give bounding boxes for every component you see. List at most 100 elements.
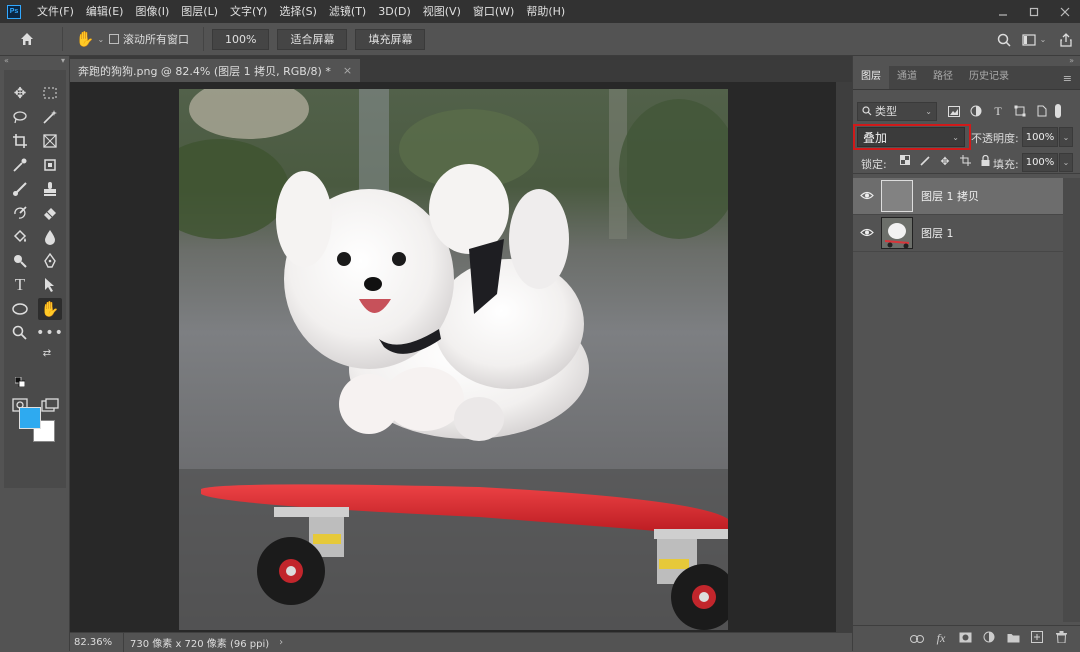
dodge-tool-icon[interactable] [8,250,32,272]
filter-toggle-switch[interactable] [1055,104,1061,118]
hand-tool-preset-icon[interactable]: ✋ ⌄ [71,30,109,48]
blur-tool-icon[interactable] [38,226,62,248]
blend-mode-value: 叠加 [863,130,888,145]
document-image[interactable] [179,89,728,630]
fill-screen-button[interactable]: 填充屏幕 [355,28,426,50]
screen-mode-icon[interactable] [38,394,62,416]
more-tools-icon[interactable]: ••• [36,322,63,344]
filter-type-icon[interactable]: T [987,102,1009,121]
lasso-tool-icon[interactable] [8,106,32,128]
swap-colors-icon[interactable]: ⇄ [40,346,54,360]
status-menu-arrow-icon[interactable]: › [279,637,283,648]
menu-3d[interactable]: 3D(D) [372,0,417,23]
close-icon[interactable] [1049,0,1080,23]
minimize-icon[interactable] [987,0,1018,23]
fill-input[interactable]: 100% [1022,153,1058,172]
filter-pixel-icon[interactable] [943,102,965,121]
maximize-icon[interactable] [1018,0,1049,23]
lock-label: 锁定: [861,158,887,171]
menu-window[interactable]: 窗口(W) [467,0,520,23]
menu-view[interactable]: 视图(V) [417,0,467,23]
dog-skateboard-photo [179,89,728,630]
eraser-tool-icon[interactable] [38,202,62,224]
tab-paths[interactable]: 路径 [925,65,961,89]
menu-edit[interactable]: 编辑(E) [80,0,130,23]
share-icon[interactable] [1052,32,1080,47]
opacity-dropdown-icon[interactable]: ⌄ [1059,127,1073,147]
zoom-tool-icon[interactable] [8,322,32,344]
fx-icon[interactable]: fx [929,631,953,646]
menu-layer[interactable]: 图层(L) [175,0,224,23]
new-group-icon[interactable] [1001,632,1025,646]
toolbar-grip-icon: ▾ [60,56,65,65]
delete-layer-icon[interactable] [1049,631,1073,646]
visibility-eye-icon[interactable] [853,227,881,240]
panel-menu-icon[interactable]: ≡ [1063,72,1072,85]
lock-artboard-icon[interactable] [955,155,975,169]
hand-tool-icon[interactable]: ✋ [38,298,62,320]
crop-tool-icon[interactable] [8,130,32,152]
link-layers-icon[interactable] [905,632,929,646]
zoom-level[interactable]: 82.36% [70,632,124,652]
brush-tool-icon[interactable] [8,178,32,200]
fill-dropdown-icon[interactable]: ⌄ [1059,153,1073,172]
history-brush-icon[interactable] [8,202,32,224]
filter-smart-object-icon[interactable] [1031,102,1053,121]
collapse-toolbar-icon[interactable]: « [4,56,9,66]
separator [62,27,63,51]
menu-file[interactable]: 文件(F) [31,0,80,23]
eyedropper-icon[interactable] [8,154,32,176]
layer-row[interactable]: 图层 1 拷贝 [853,178,1063,215]
frame-tool-icon[interactable] [38,130,62,152]
search-icon[interactable] [992,33,1016,47]
layer-row[interactable]: 图层 1 [853,215,1063,252]
rectangular-marquee-icon[interactable] [38,82,62,104]
default-colors-icon[interactable] [14,376,26,388]
foreground-color-swatch[interactable] [19,407,41,429]
frame-select-icon[interactable] [38,154,62,176]
add-mask-icon[interactable] [953,632,977,646]
paint-bucket-icon[interactable] [8,226,32,248]
menu-help[interactable]: 帮助(H) [520,0,571,23]
menu-select[interactable]: 选择(S) [273,0,323,23]
layer-name[interactable]: 图层 1 拷贝 [921,188,979,204]
adjustment-layer-icon[interactable] [977,631,1001,646]
clone-stamp-icon[interactable] [38,178,62,200]
tab-channels[interactable]: 通道 [889,65,925,89]
new-layer-icon[interactable] [1025,631,1049,646]
layer-name[interactable]: 图层 1 [921,225,954,241]
type-tool-icon[interactable]: T [8,274,32,296]
ellipse-tool-icon[interactable] [8,298,32,320]
move-tool-icon[interactable]: ✥ [8,82,32,104]
menu-type[interactable]: 文字(Y) [224,0,273,23]
lock-position-icon[interactable]: ✥ [935,155,955,169]
workspace-icon[interactable]: ⌄ [1016,33,1052,46]
magic-wand-icon[interactable] [38,106,62,128]
layer-filter-select[interactable]: 类型 ⌄ [857,101,937,121]
close-tab-icon[interactable]: × [343,64,352,77]
tab-layers[interactable]: 图层 [853,65,889,89]
canvas-area[interactable] [70,82,852,632]
filter-shape-icon[interactable] [1009,102,1031,121]
fit-screen-button[interactable]: 适合屏幕 [277,28,348,50]
menu-image[interactable]: 图像(I) [129,0,175,23]
panel-scrollbar[interactable] [1063,178,1080,622]
lock-all-icon[interactable] [975,154,995,169]
path-selection-icon[interactable] [38,274,62,296]
lock-image-pixels-icon[interactable] [915,155,935,169]
zoom-100-button[interactable]: 100% [212,28,270,50]
home-icon[interactable] [0,31,54,47]
lock-transparent-pixels-icon[interactable] [895,155,915,169]
vertical-scrollbar[interactable] [836,82,852,632]
visibility-eye-icon[interactable] [853,190,881,203]
menu-filter[interactable]: 滤镜(T) [323,0,372,23]
opacity-label: 不透明度: [971,132,1019,145]
document-tab[interactable]: 奔跑的狗狗.png @ 82.4% (图层 1 拷贝, RGB/8) * × [70,59,361,82]
layer-list: 图层 1 拷贝 图层 1 [853,178,1063,252]
scroll-all-windows-checkbox[interactable] [109,34,119,44]
tab-history[interactable]: 历史记录 [961,65,1017,89]
pen-tool-icon[interactable] [38,250,62,272]
blend-mode-select[interactable]: 叠加 ⌄ [857,127,965,147]
opacity-input[interactable]: 100% [1022,127,1058,147]
filter-adjustment-icon[interactable] [965,102,987,121]
